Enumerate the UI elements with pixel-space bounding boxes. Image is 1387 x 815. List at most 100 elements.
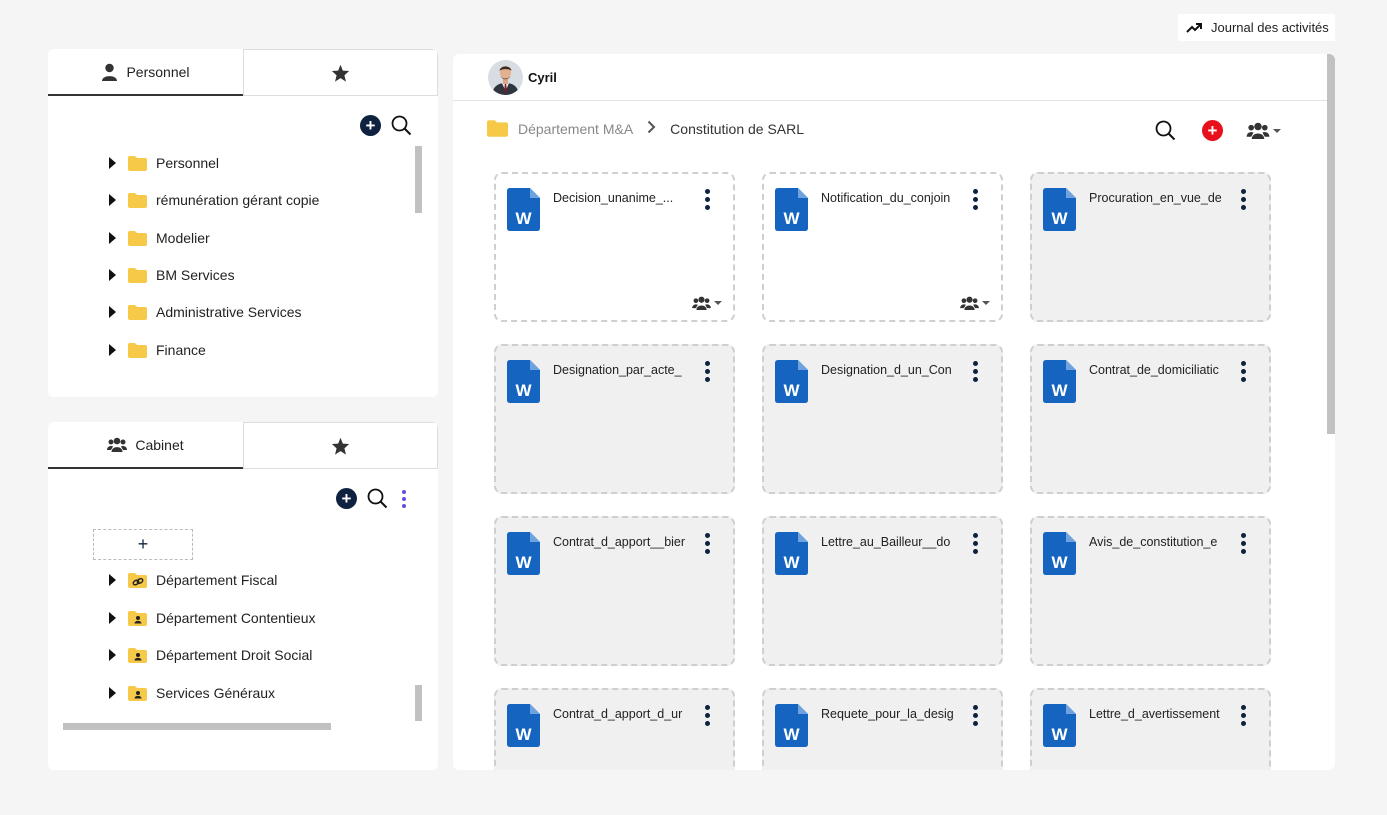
expand-caret-icon[interactable] <box>109 269 116 281</box>
main-scrollbar[interactable] <box>1327 54 1335 434</box>
document-card[interactable]: W Contrat_d_apport_d_ur <box>494 688 735 770</box>
document-name: Contrat_de_domiciliatic <box>1089 363 1219 377</box>
cabinet-tree-tools: + <box>336 488 406 509</box>
document-name: Designation_par_acte_ <box>553 363 682 377</box>
document-menu-button[interactable] <box>1241 705 1246 726</box>
tree-item-folder[interactable]: Département Fiscal <box>48 569 277 591</box>
document-name: Contrat_d_apport_d_ur <box>553 707 683 721</box>
more-vertical-icon <box>705 189 710 194</box>
document-card[interactable]: W Designation_d_un_Con <box>762 344 1003 494</box>
svg-text:W: W <box>783 553 800 572</box>
document-menu-button[interactable] <box>705 189 710 210</box>
document-menu-button[interactable] <box>1241 361 1246 382</box>
folder-icon <box>487 120 508 137</box>
search-button[interactable] <box>367 488 388 509</box>
tab-cabinet[interactable]: Cabinet <box>48 422 243 469</box>
add-folder-button[interactable]: + <box>360 115 381 136</box>
svg-text:W: W <box>1051 381 1068 400</box>
document-name: Requete_pour_la_desig <box>821 707 954 721</box>
document-card[interactable]: W Contrat_de_domiciliatic <box>1030 344 1271 494</box>
tree-item-folder[interactable]: Modelier <box>48 227 210 249</box>
tree-item-folder[interactable]: Administrative Services <box>48 301 302 323</box>
tab-cabinet-favorites[interactable] <box>243 422 438 469</box>
svg-text:W: W <box>515 553 532 572</box>
more-vertical-icon <box>705 533 710 538</box>
more-options-button[interactable] <box>402 489 406 508</box>
tab-cabinet-label: Cabinet <box>135 436 184 453</box>
expand-caret-icon[interactable] <box>109 649 116 661</box>
word-document-icon: W <box>507 188 540 236</box>
personnel-tree-tools: + <box>360 115 412 136</box>
chevron-down-icon <box>1273 128 1281 133</box>
document-menu-button[interactable] <box>973 189 978 210</box>
user-name[interactable]: Cyril <box>528 70 557 85</box>
folder-icon <box>128 304 147 320</box>
cabinet-panel: Cabinet + + Département Fiscal Départeme… <box>48 422 438 770</box>
expand-caret-icon[interactable] <box>109 194 116 206</box>
document-share-dropdown[interactable] <box>692 296 722 310</box>
user-folder-icon <box>128 610 147 626</box>
tree-item-folder[interactable]: Finance <box>48 339 206 361</box>
document-menu-button[interactable] <box>1241 533 1246 554</box>
document-card[interactable]: W Avis_de_constitution_e <box>1030 516 1271 666</box>
document-menu-button[interactable] <box>973 361 978 382</box>
document-menu-button[interactable] <box>973 533 978 554</box>
user-icon <box>102 63 118 81</box>
tree-item-folder[interactable]: BM Services <box>48 264 235 286</box>
share-users-dropdown[interactable] <box>1246 122 1281 139</box>
tree-item-folder[interactable]: Personnel <box>48 152 219 174</box>
personnel-scrollbar[interactable] <box>415 146 422 213</box>
svg-text:W: W <box>783 209 800 228</box>
journal-activities-button[interactable]: Journal des activités <box>1178 14 1335 41</box>
expand-caret-icon[interactable] <box>109 687 116 699</box>
tree-item-label: BM Services <box>156 267 235 283</box>
tree-item-label: rémunération gérant copie <box>156 192 320 208</box>
expand-caret-icon[interactable] <box>109 306 116 318</box>
expand-caret-icon[interactable] <box>109 574 116 586</box>
document-share-dropdown[interactable] <box>960 296 990 310</box>
search-button[interactable] <box>391 115 412 136</box>
document-name: Notification_du_conjoin <box>821 191 951 205</box>
document-menu-button[interactable] <box>705 705 710 726</box>
document-name: Lettre_au_Bailleur__do <box>821 535 951 549</box>
document-browser-panel: Cyril Département M&A Constitution de SA… <box>453 54 1335 770</box>
add-folder-button[interactable]: + <box>336 488 357 509</box>
journal-label: Journal des activités <box>1211 20 1329 35</box>
expand-caret-icon[interactable] <box>109 612 116 624</box>
tree-item-folder[interactable]: Département Contentieux <box>48 607 316 629</box>
personnel-panel: Personnel + Personnel rémunération géran… <box>48 49 438 397</box>
document-card[interactable]: W Contrat_d_apport__bier <box>494 516 735 666</box>
expand-caret-icon[interactable] <box>109 232 116 244</box>
document-menu-button[interactable] <box>705 533 710 554</box>
cabinet-horizontal-scrollbar[interactable] <box>63 723 331 730</box>
search-documents-button[interactable] <box>1155 120 1176 141</box>
document-card[interactable]: W Notification_du_conjoin <box>762 172 1003 322</box>
document-name: Avis_de_constitution_e <box>1089 535 1218 549</box>
tree-item-folder[interactable]: Services Généraux <box>48 682 275 704</box>
document-card[interactable]: W Requete_pour_la_desig <box>762 688 1003 770</box>
document-menu-button[interactable] <box>1241 189 1246 210</box>
document-card[interactable]: W Lettre_d_avertissement <box>1030 688 1271 770</box>
document-menu-button[interactable] <box>973 705 978 726</box>
document-card[interactable]: W Lettre_au_Bailleur__do <box>762 516 1003 666</box>
breadcrumb-parent-link[interactable]: Département M&A <box>518 121 633 137</box>
document-card[interactable]: W Decision_unanime_... <box>494 172 735 322</box>
document-card[interactable]: W Procuration_en_vue_de <box>1030 172 1271 322</box>
tree-item-folder[interactable]: Département Droit Social <box>48 644 312 666</box>
star-icon <box>331 437 350 455</box>
document-card[interactable]: W Designation_par_acte_ <box>494 344 735 494</box>
tab-personnel-favorites[interactable] <box>243 49 438 96</box>
avatar[interactable] <box>488 59 523 95</box>
tab-personnel[interactable]: Personnel <box>48 49 243 96</box>
expand-caret-icon[interactable] <box>109 344 116 356</box>
search-icon <box>391 115 412 136</box>
folder-icon <box>128 230 147 246</box>
add-document-button[interactable]: + <box>1202 120 1223 141</box>
tree-item-folder[interactable]: rémunération gérant copie <box>48 189 319 211</box>
more-vertical-icon <box>973 705 978 710</box>
add-node-button[interactable]: + <box>93 529 193 560</box>
user-header: Cyril <box>453 54 1335 101</box>
document-menu-button[interactable] <box>705 361 710 382</box>
cabinet-vertical-scrollbar[interactable] <box>415 685 422 721</box>
expand-caret-icon[interactable] <box>109 157 116 169</box>
